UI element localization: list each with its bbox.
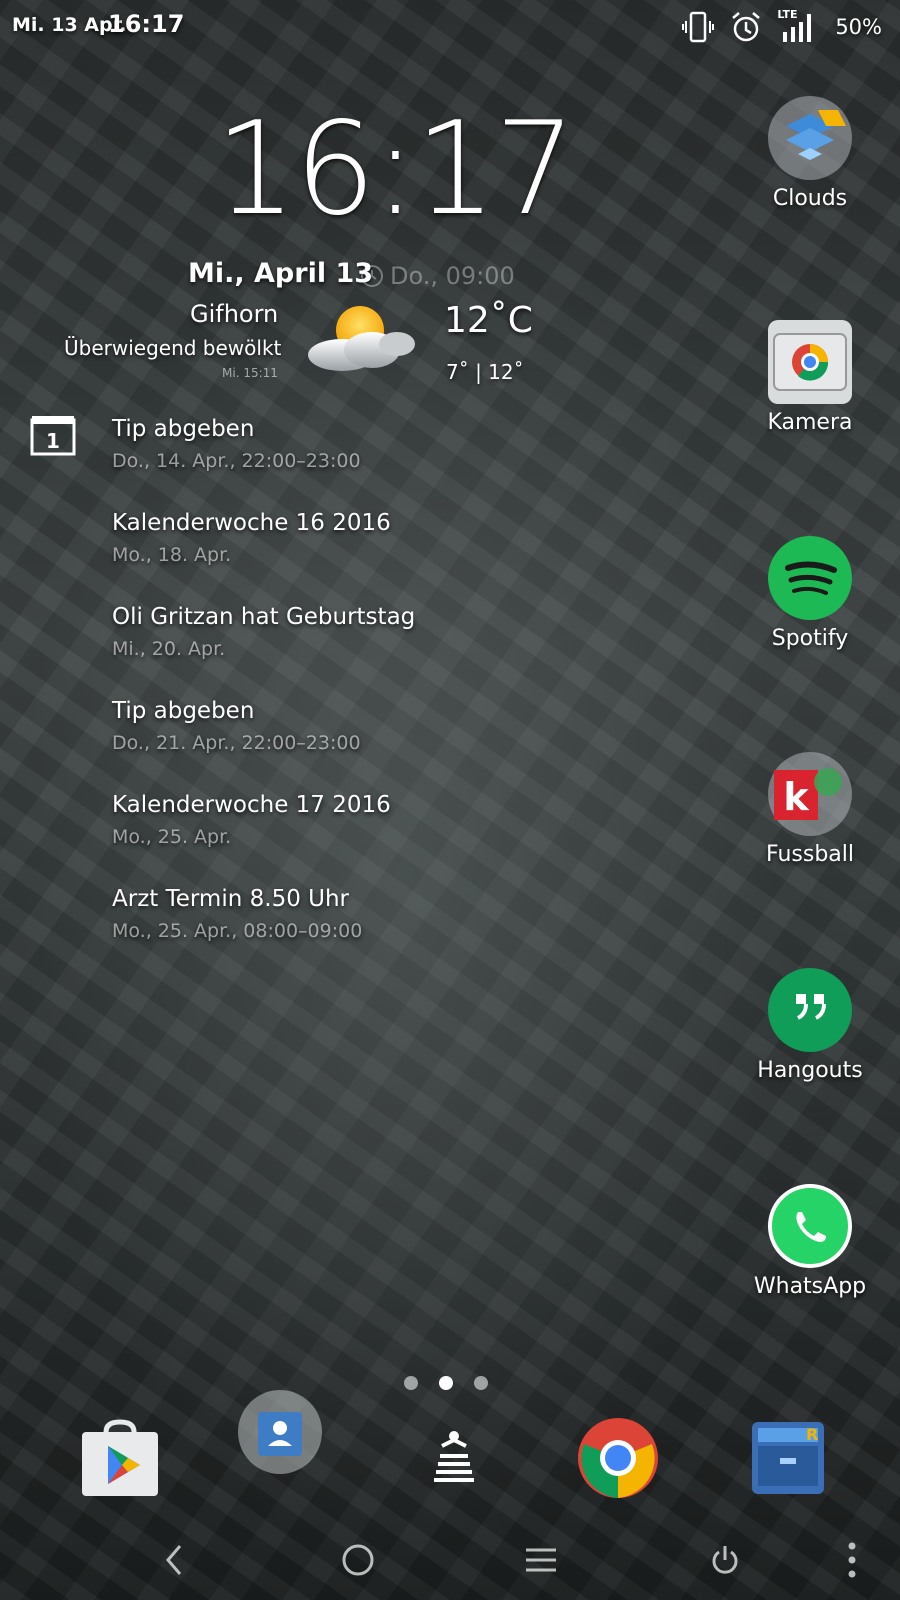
app-hangouts[interactable]: Hangouts: [750, 968, 870, 1083]
app-label: Fussball: [766, 842, 854, 867]
calendar-icon[interactable]: 1: [30, 414, 76, 456]
dock-root-explorer[interactable]: R: [744, 1414, 832, 1502]
menu-icon[interactable]: [524, 1542, 558, 1578]
event-title: Oli Gritzan hat Geburtstag: [112, 604, 416, 630]
event-time: Do., 21. Apr., 22:00–23:00: [112, 732, 361, 754]
agenda-event[interactable]: Oli Gritzan hat Geburtstag Mi., 20. Apr.: [112, 604, 415, 660]
event-time: Mo., 18. Apr.: [112, 544, 232, 566]
back-icon[interactable]: [162, 1542, 186, 1578]
dock-chrome[interactable]: [574, 1414, 662, 1502]
event-time: Do., 14. Apr., 22:00–23:00: [112, 450, 361, 472]
event-time: Mo., 25. Apr., 08:00–09:00: [112, 920, 363, 942]
status-bar: Mi. 13 Apr. 16:17 LTE 50%: [0, 0, 900, 52]
agenda-event[interactable]: Tip abgeben Do., 14. Apr., 22:00–23:00: [112, 416, 361, 472]
fussball-folder-icon: k: [768, 752, 852, 836]
event-time: Mi., 20. Apr.: [112, 638, 226, 660]
alarm-clock-icon: [361, 265, 383, 287]
calendar-day: 1: [46, 429, 60, 453]
dock-contacts[interactable]: [236, 1388, 324, 1476]
signal-indicator: LTE: [777, 8, 821, 44]
app-clouds[interactable]: Clouds: [750, 96, 870, 211]
clouds-folder-icon: [768, 96, 852, 180]
app-label: Clouds: [772, 186, 848, 211]
alarm-icon: [732, 12, 761, 42]
event-title: Kalenderwoche 16 2016: [112, 510, 391, 536]
event-title: Kalenderwoche 17 2016: [112, 792, 391, 818]
power-icon[interactable]: [710, 1542, 740, 1578]
app-label: Spotify: [771, 626, 849, 651]
weather-condition: Überwiegend bewölkt: [64, 336, 282, 360]
clock-widget-time[interactable]: 16:17: [215, 95, 576, 244]
status-time: 16:17: [108, 10, 185, 38]
weather-updated: Mi. 15:11: [222, 366, 278, 380]
whatsapp-icon: [768, 1184, 852, 1268]
weather-temperature: 12˚C: [444, 300, 533, 341]
widget-date: Mi., April 13: [188, 258, 374, 289]
spotify-icon: [768, 536, 852, 620]
next-alarm: Do., 09:00: [360, 262, 515, 290]
contacts-icon: [238, 1390, 322, 1474]
svg-text:k: k: [783, 775, 809, 819]
agenda-event[interactable]: Arzt Termin 8.50 Uhr Mo., 25. Apr., 08:0…: [112, 886, 362, 942]
status-icons: LTE 50%: [681, 8, 882, 44]
dock-app-drawer[interactable]: [412, 1418, 496, 1502]
app-spotify[interactable]: Spotify: [750, 536, 870, 651]
svg-text:R: R: [806, 1425, 818, 1444]
app-label: Kamera: [767, 410, 853, 435]
dock-play-store[interactable]: [78, 1418, 162, 1502]
agenda-event[interactable]: Kalenderwoche 17 2016 Mo., 25. Apr.: [112, 792, 391, 848]
app-whatsapp[interactable]: WhatsApp: [750, 1184, 870, 1299]
event-time: Mo., 25. Apr.: [112, 826, 232, 848]
play-store-icon: [82, 1419, 158, 1496]
more-options-icon[interactable]: [846, 1540, 858, 1580]
agenda-event[interactable]: Kalenderwoche 16 2016 Mo., 18. Apr.: [112, 510, 391, 566]
page-dot[interactable]: [404, 1376, 418, 1390]
home-icon[interactable]: [340, 1542, 376, 1578]
chrome-icon: [578, 1418, 658, 1498]
weather-city: Gifhorn: [190, 300, 279, 328]
page-dot[interactable]: [474, 1376, 488, 1390]
agenda-event[interactable]: Tip abgeben Do., 21. Apr., 22:00–23:00: [112, 698, 361, 754]
page-indicator[interactable]: [404, 1376, 488, 1390]
weather-range: 7˚ | 12˚: [446, 360, 524, 384]
event-title: Arzt Termin 8.50 Uhr: [112, 886, 350, 912]
battery-level: 50%: [835, 15, 882, 39]
file-explorer-icon: R: [752, 1422, 824, 1494]
event-title: Tip abgeben: [112, 416, 255, 442]
signal-icon: [783, 14, 812, 42]
partly-cloudy-icon: [308, 306, 415, 371]
app-kamera[interactable]: Kamera: [750, 320, 870, 435]
app-fussball[interactable]: k Fussball: [750, 752, 870, 867]
hangouts-icon: [768, 968, 852, 1052]
camera-icon: [768, 320, 852, 404]
event-title: Tip abgeben: [112, 698, 255, 724]
next-alarm-text: Do., 09:00: [390, 262, 515, 290]
app-label: WhatsApp: [753, 1274, 867, 1299]
vibrate-icon: [682, 11, 715, 43]
app-label: Hangouts: [757, 1058, 863, 1083]
app-drawer-icon: [434, 1431, 474, 1482]
page-dot-active[interactable]: [439, 1376, 453, 1390]
navigation-bar: [0, 1520, 900, 1600]
